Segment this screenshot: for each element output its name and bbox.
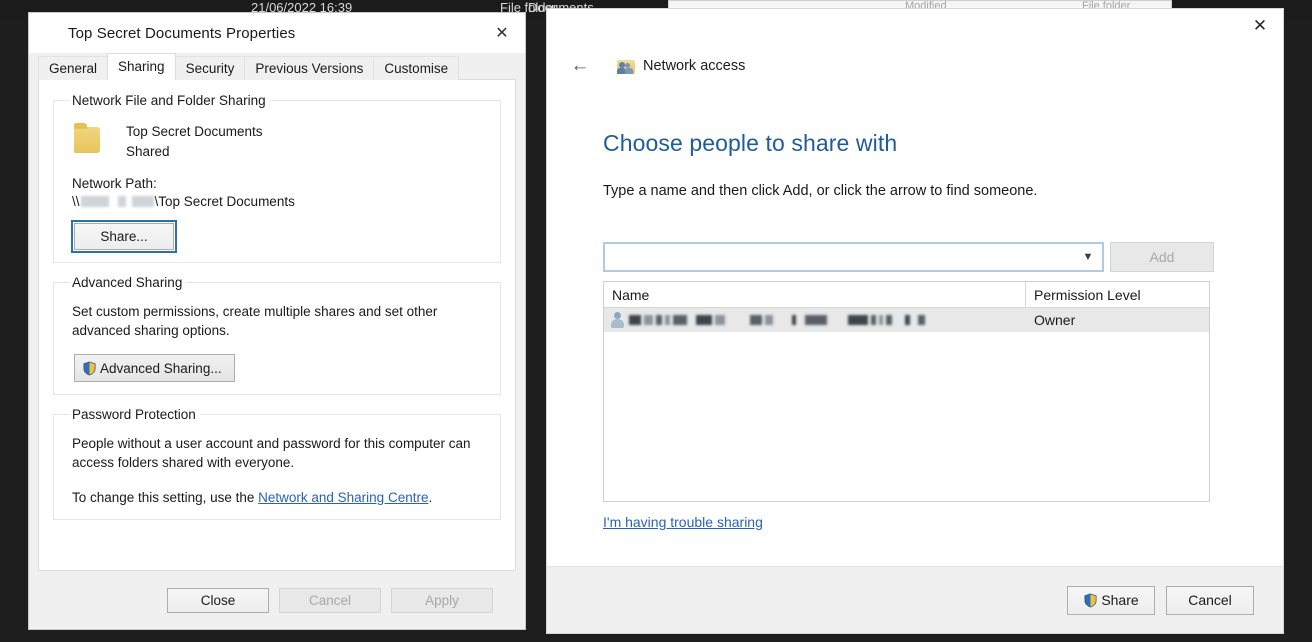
page-subtitle: Type a name and then click Add, or click… — [603, 183, 1283, 199]
advanced-sharing-legend: Advanced Sharing — [70, 275, 186, 290]
user-icon — [610, 312, 624, 328]
tab-security[interactable]: Security — [175, 56, 246, 80]
properties-tabstrip: General Sharing Security Previous Versio… — [29, 53, 525, 80]
network-access-titlebar: ✕ — [547, 9, 1283, 51]
redacted-host-part-2 — [118, 196, 126, 207]
cancel-button: Cancel — [279, 588, 381, 613]
column-header-name[interactable]: Name — [604, 282, 1026, 307]
close-icon[interactable]: ✕ — [1237, 9, 1283, 43]
cancel-button[interactable]: Cancel — [1166, 586, 1254, 615]
network-access-dialog: ✕ ← Network access Choose people to shar… — [546, 8, 1284, 634]
network-access-footer: Share Cancel — [547, 566, 1283, 633]
chevron-down-icon[interactable]: ▼ — [1074, 244, 1102, 270]
shared-folder-state: Shared — [126, 142, 263, 162]
network-path-value: \\ \Top Secret Documents — [68, 194, 486, 209]
password-protection-setting-line: To change this setting, use the Network … — [72, 488, 486, 507]
row-permission-cell[interactable]: Owner — [1026, 308, 1209, 332]
share-button[interactable]: Share... — [74, 223, 174, 250]
folder-icon-large — [72, 122, 102, 154]
trouble-sharing-link[interactable]: I'm having trouble sharing — [603, 514, 763, 530]
person-combobox[interactable]: ▼ — [603, 242, 1104, 272]
column-header-permission-level[interactable]: Permission Level — [1026, 282, 1209, 307]
password-protection-setting-suffix: . — [428, 490, 432, 505]
table-row[interactable]: Owner — [604, 308, 1209, 332]
shared-folder-row: Top Secret Documents Shared — [68, 122, 486, 162]
password-protection-group: Password Protection People without a use… — [53, 407, 501, 520]
back-arrow-icon[interactable]: ← — [565, 53, 595, 79]
share-confirm-button[interactable]: Share — [1067, 586, 1155, 615]
tab-customise[interactable]: Customise — [373, 56, 459, 80]
tab-sharing[interactable]: Sharing — [107, 53, 176, 80]
properties-title: Top Secret Documents Properties — [68, 25, 295, 42]
row-name-cell — [604, 308, 1026, 332]
redacted-host-part-1 — [81, 196, 109, 207]
shield-icon — [82, 361, 97, 376]
folder-icon — [42, 25, 58, 41]
network-sharing-legend: Network File and Folder Sharing — [70, 93, 270, 108]
add-button: Add — [1110, 242, 1214, 272]
password-protection-text: People without a user account and passwo… — [72, 434, 486, 472]
close-button[interactable]: Close — [167, 588, 269, 613]
breadcrumb: ← Network access — [547, 51, 1283, 81]
redacted-host-part-3 — [132, 196, 154, 207]
advanced-sharing-button[interactable]: Advanced Sharing... — [74, 354, 235, 382]
properties-tab-content: Network File and Folder Sharing Top Secr… — [38, 80, 516, 571]
add-person-row: ▼ Add — [603, 242, 1283, 272]
network-path-label: Network Path: — [68, 176, 486, 191]
close-icon[interactable]: ✕ — [479, 13, 525, 53]
tab-previous-versions[interactable]: Previous Versions — [244, 56, 374, 80]
network-share-icon — [617, 57, 635, 75]
advanced-sharing-button-label: Advanced Sharing... — [100, 361, 222, 376]
person-name-input[interactable] — [605, 244, 1102, 270]
network-and-sharing-centre-link[interactable]: Network and Sharing Centre — [258, 490, 428, 505]
shield-icon — [1083, 593, 1098, 608]
apply-button: Apply — [391, 588, 493, 613]
properties-dialog: Top Secret Documents Properties ✕ Genera… — [28, 12, 526, 630]
redacted-user-name — [629, 315, 925, 325]
share-confirm-label: Share — [1101, 592, 1138, 608]
password-protection-legend: Password Protection — [70, 407, 200, 422]
list-header-row: Name Permission Level — [604, 282, 1209, 308]
network-path-prefix: \\ — [72, 194, 80, 209]
network-path-suffix: \Top Secret Documents — [155, 194, 295, 209]
properties-titlebar: Top Secret Documents Properties ✕ — [29, 13, 525, 53]
shared-folder-name: Top Secret Documents — [126, 122, 263, 142]
share-permissions-list: Name Permission Level Owner — [603, 281, 1210, 502]
properties-footer: Close Cancel Apply — [29, 571, 525, 629]
advanced-sharing-group: Advanced Sharing Set custom permissions,… — [53, 275, 501, 395]
page-title: Choose people to share with — [603, 130, 1283, 157]
trouble-sharing-row: I'm having trouble sharing — [603, 514, 1283, 530]
password-protection-setting-prefix: To change this setting, use the — [72, 490, 258, 505]
network-sharing-group: Network File and Folder Sharing Top Secr… — [53, 93, 501, 263]
advanced-sharing-description: Set custom permissions, create multiple … — [72, 302, 486, 340]
breadcrumb-label: Network access — [643, 58, 745, 74]
network-access-content: Choose people to share with Type a name … — [547, 81, 1283, 566]
tab-general[interactable]: General — [38, 56, 108, 80]
